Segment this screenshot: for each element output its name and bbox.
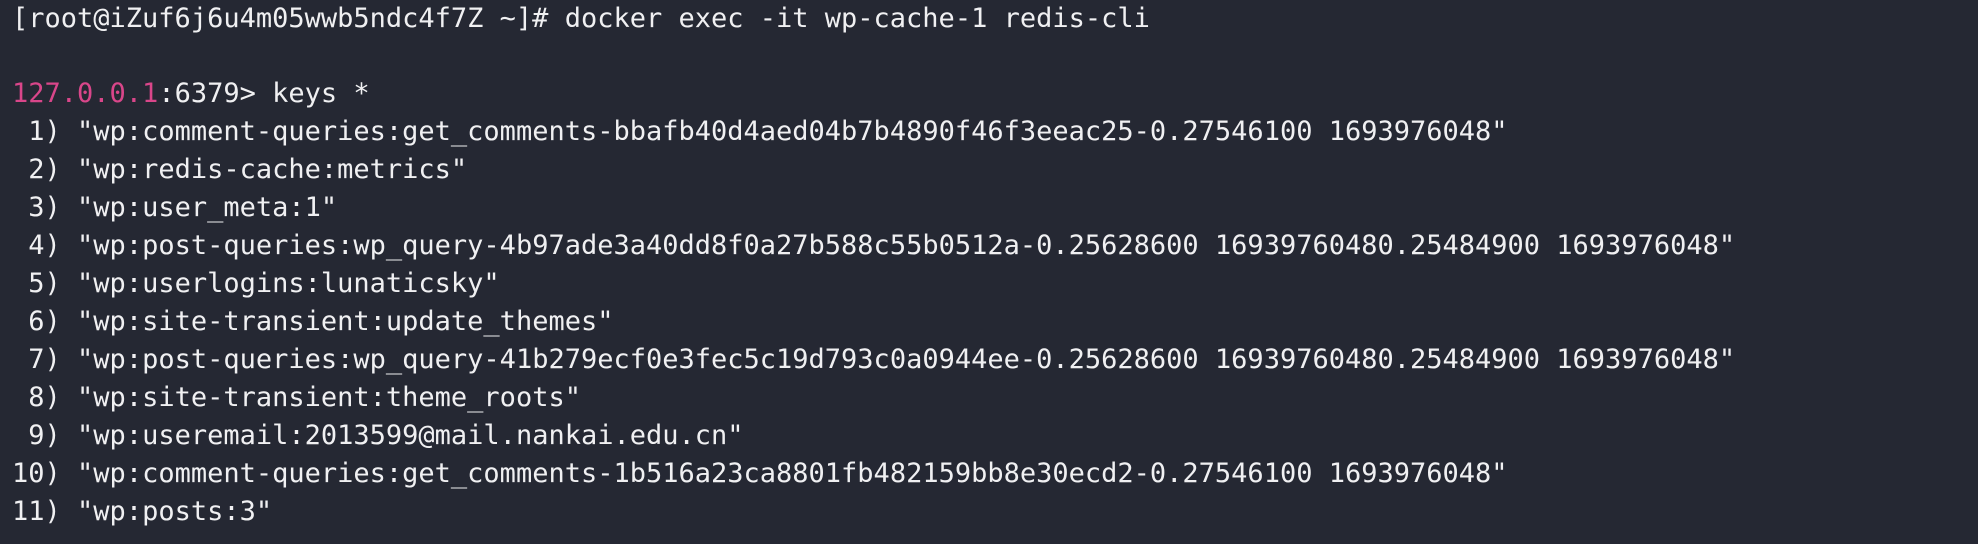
result-index: 8) (12, 382, 61, 413)
result-line: 6) "wp:site-transient:update_themes" (12, 303, 613, 341)
result-index: 6) (12, 306, 61, 337)
result-index: 2) (12, 154, 61, 185)
terminal-window[interactable]: [root@iZuf6j6u4m05wwb5ndc4f7Z ~]# docker… (0, 0, 1978, 544)
result-index: 4) (12, 230, 61, 261)
result-line: 7) "wp:post-queries:wp_query-41b279ecf0e… (12, 341, 1735, 379)
result-line: 3) "wp:user_meta:1" (12, 189, 337, 227)
result-index: 5) (12, 268, 61, 299)
result-line: 1) "wp:comment-queries:get_comments-bbaf… (12, 113, 1508, 151)
result-line: 5) "wp:userlogins:lunaticsky" (12, 265, 500, 303)
result-index: 3) (12, 192, 61, 223)
redis-host: 127.0.0.1 (12, 78, 159, 109)
shell-command: docker exec -it wp-cache-1 redis-cli (564, 3, 1150, 34)
result-value: "wp:post-queries:wp_query-4b97ade3a40dd8… (77, 230, 1736, 261)
shell-command-line: [root@iZuf6j6u4m05wwb5ndc4f7Z ~]# docker… (12, 0, 1150, 38)
result-value: "wp:comment-queries:get_comments-bbafb40… (77, 116, 1508, 147)
result-value: "wp:userlogins:lunaticsky" (77, 268, 500, 299)
result-value: "wp:site-transient:theme_roots" (77, 382, 581, 413)
result-value: "wp:site-transient:update_themes" (77, 306, 614, 337)
shell-prompt: [root@iZuf6j6u4m05wwb5ndc4f7Z ~]# (12, 3, 565, 34)
result-value: "wp:user_meta:1" (77, 192, 338, 223)
redis-port-prompt: :6379> (158, 78, 273, 109)
result-value: "wp:comment-queries:get_comments-1b516a2… (77, 458, 1508, 489)
redis-command-line: 127.0.0.1:6379> keys * (12, 75, 370, 113)
result-value: "wp:posts:3" (77, 496, 273, 527)
result-line: 8) "wp:site-transient:theme_roots" (12, 379, 581, 417)
result-index: 9) (12, 420, 61, 451)
redis-command: keys * (272, 78, 370, 109)
result-index: 10) (12, 458, 61, 489)
result-line: 9) "wp:useremail:2013599@mail.nankai.edu… (12, 417, 744, 455)
result-index: 11) (12, 496, 61, 527)
result-index: 7) (12, 344, 61, 375)
result-value: "wp:useremail:2013599@mail.nankai.edu.cn… (77, 420, 744, 451)
result-line: 4) "wp:post-queries:wp_query-4b97ade3a40… (12, 227, 1735, 265)
result-value: "wp:redis-cache:metrics" (77, 154, 468, 185)
result-line: 2) "wp:redis-cache:metrics" (12, 151, 467, 189)
result-line: 11) "wp:posts:3" (12, 493, 272, 531)
result-line: 10) "wp:comment-queries:get_comments-1b5… (12, 455, 1508, 493)
result-value: "wp:post-queries:wp_query-41b279ecf0e3fe… (77, 344, 1736, 375)
result-index: 1) (12, 116, 61, 147)
